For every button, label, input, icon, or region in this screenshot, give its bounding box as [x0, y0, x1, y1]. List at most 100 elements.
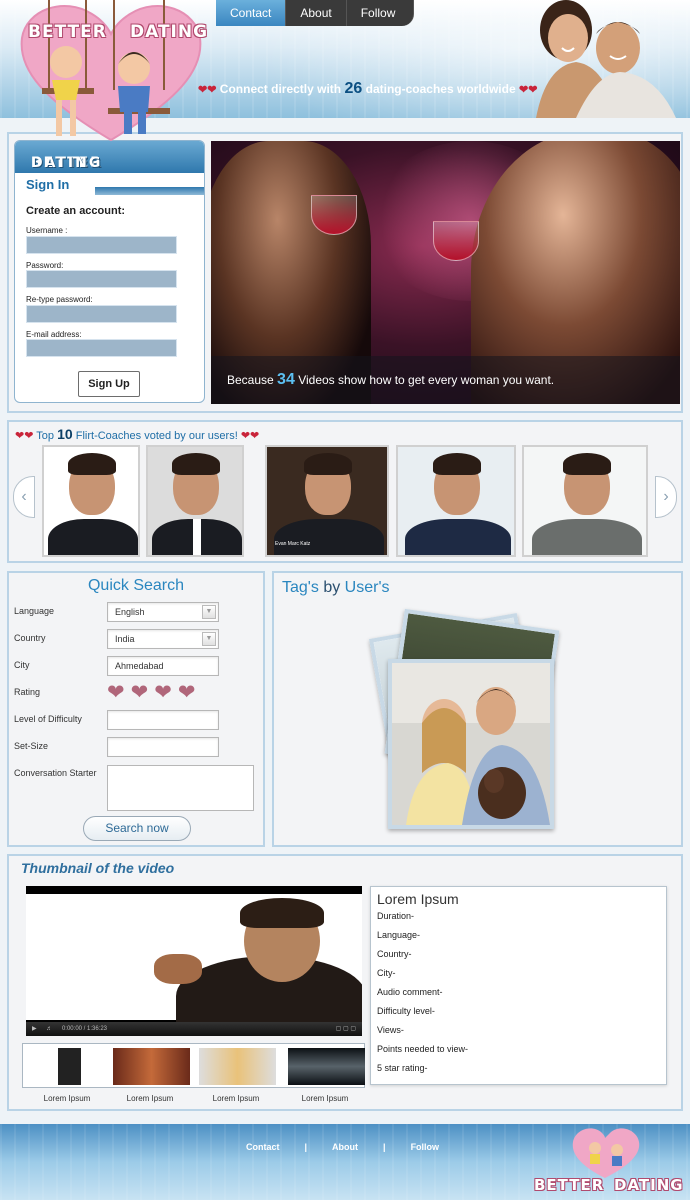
country-value: India [115, 634, 135, 644]
thumb-label: Lorem Ipsum [212, 1094, 260, 1103]
country-select[interactable]: India ▼ [107, 629, 219, 649]
coach-card[interactable] [396, 445, 516, 557]
footer-about-link[interactable]: About [332, 1142, 358, 1152]
coaches-heading: ❤❤ Top 10 Flirt-Coaches voted by our use… [15, 426, 259, 442]
hero-caption-before: Because [227, 373, 274, 387]
info-city: City- [377, 968, 396, 978]
username-input[interactable] [26, 236, 177, 254]
wine-glass-icon [433, 221, 479, 261]
logo-word-dating: DATING [130, 22, 209, 42]
video-thumb[interactable] [288, 1048, 365, 1085]
dropdown-arrow-icon[interactable]: ▼ [202, 632, 216, 646]
hero-caption: Because 34 Videos show how to get every … [211, 356, 680, 404]
footer-logo-better: BETTER [534, 1176, 605, 1194]
conversation-starter-textarea[interactable] [107, 765, 254, 811]
heart-icon[interactable]: ❤ [107, 682, 125, 703]
hero-image[interactable]: Because 34 Videos show how to get every … [211, 141, 680, 404]
video-time: 0:00:00 / 1:36:23 [61, 1026, 108, 1032]
chevron-right-icon[interactable]: › [655, 476, 677, 518]
nav-follow[interactable]: Follow [346, 0, 415, 26]
email-input[interactable] [26, 339, 177, 357]
city-input[interactable]: Ahmedabad [107, 656, 219, 676]
heart-icon[interactable]: ❤ [154, 682, 172, 703]
set-size-label: Set-Size [14, 741, 49, 751]
coach-hair [68, 453, 116, 475]
fullscreen-icon[interactable]: ▢ ▢ ▢ [336, 1025, 356, 1032]
set-size-input[interactable] [107, 737, 219, 757]
coach-card[interactable] [146, 445, 244, 557]
retype-password-label: Re-type password: [26, 295, 93, 304]
video-controls[interactable]: ▶ ♬ 0:00:00 / 1:36:23 ▢ ▢ ▢ [26, 1022, 362, 1036]
tags-title-part3: User's [344, 579, 390, 596]
video-person-hand [154, 954, 202, 984]
coach-card[interactable] [42, 445, 140, 557]
heart-icon[interactable]: ❤ [131, 682, 149, 703]
retype-password-input[interactable] [26, 305, 177, 323]
video-thumb[interactable] [27, 1048, 104, 1085]
tagline-count: 26 [344, 80, 363, 97]
heart-icon[interactable]: ❤ [178, 682, 196, 703]
play-icon[interactable]: ▶ [32, 1026, 37, 1032]
signin-tab[interactable]: Sign In [15, 173, 95, 195]
coach-hair [433, 453, 481, 475]
coach-body [48, 519, 138, 555]
heart-icon: ❤❤ [15, 430, 34, 442]
footer-logo-dating: DATING [614, 1176, 684, 1194]
search-now-button[interactable]: Search now [83, 816, 191, 841]
footer-contact-link[interactable]: Contact [246, 1142, 280, 1152]
video-person-hair [240, 898, 324, 928]
thumb-label: Lorem Ipsum [43, 1094, 91, 1103]
conversation-starter-label: Conversation Starter [14, 768, 97, 778]
thumb-label: Lorem Ipsum [301, 1094, 349, 1103]
video-thumb[interactable] [113, 1048, 190, 1085]
language-select[interactable]: English ▼ [107, 602, 219, 622]
tagline: ❤❤ Connect directly with 26 dating-coach… [198, 80, 537, 98]
chevron-left-icon[interactable]: ‹ [13, 476, 35, 518]
info-views: Views- [377, 1025, 404, 1035]
coach-hair [563, 453, 611, 475]
footer-separator: | [383, 1142, 386, 1152]
coach-hair [172, 453, 220, 475]
dropdown-arrow-icon[interactable]: ▼ [202, 605, 216, 619]
coach-card[interactable] [522, 445, 648, 557]
country-label: Country [14, 633, 46, 643]
difficulty-label: Level of Difficulty [14, 714, 82, 724]
difficulty-input[interactable] [107, 710, 219, 730]
tag-photo-main[interactable] [388, 659, 554, 829]
rating-hearts[interactable]: ❤ ❤ ❤ ❤ [107, 682, 196, 703]
coaches-panel: ❤❤ Top 10 Flirt-Coaches voted by our use… [7, 420, 683, 563]
footer-follow-link[interactable]: Follow [411, 1142, 440, 1152]
quick-search-panel: Quick Search Language English ▼ Country … [7, 571, 265, 847]
email-label: E-mail address: [26, 330, 82, 339]
coach-body [405, 519, 511, 555]
top-nav: Contact About Follow [216, 0, 415, 26]
coach-card[interactable]: Evan Marc Katz [265, 445, 389, 557]
coach-body [274, 519, 384, 555]
coach-badge: Evan Marc Katz [275, 541, 311, 547]
coach-body [532, 519, 642, 555]
nav-contact[interactable]: Contact [216, 0, 287, 26]
signup-button[interactable]: Sign Up [78, 371, 140, 397]
tags-title: Tag's by User's [282, 579, 390, 597]
info-title: Lorem Ipsum [377, 891, 459, 907]
coach-shirt [193, 519, 201, 555]
signin-brand-text: BETTER DATING [23, 148, 101, 171]
info-points: Points needed to view- [377, 1044, 469, 1054]
video-thumb[interactable] [199, 1048, 276, 1085]
coaches-before: Top [36, 430, 55, 442]
city-label: City [14, 660, 30, 670]
video-player[interactable]: ▶ ♬ 0:00:00 / 1:36:23 ▢ ▢ ▢ [26, 886, 362, 1036]
signin-box: BETTER DATING Sign In Create an account:… [14, 140, 205, 403]
coaches-after: Flirt-Coaches voted by our users! [75, 430, 238, 442]
city-value: Ahmedabad [115, 661, 164, 671]
hero-caption-after: Videos show how to get every woman you w… [298, 373, 555, 387]
volume-icon[interactable]: ♬ [46, 1026, 52, 1032]
info-audio-comment: Audio comment- [377, 987, 443, 997]
video-info-box: Lorem Ipsum Duration- Language- Country-… [370, 886, 667, 1085]
password-input[interactable] [26, 270, 177, 288]
info-country: Country- [377, 949, 412, 959]
wine-glass-icon [311, 195, 357, 235]
thumbnail-title: Thumbnail of the video [21, 860, 175, 876]
nav-about[interactable]: About [286, 0, 347, 26]
rating-label: Rating [14, 687, 41, 697]
